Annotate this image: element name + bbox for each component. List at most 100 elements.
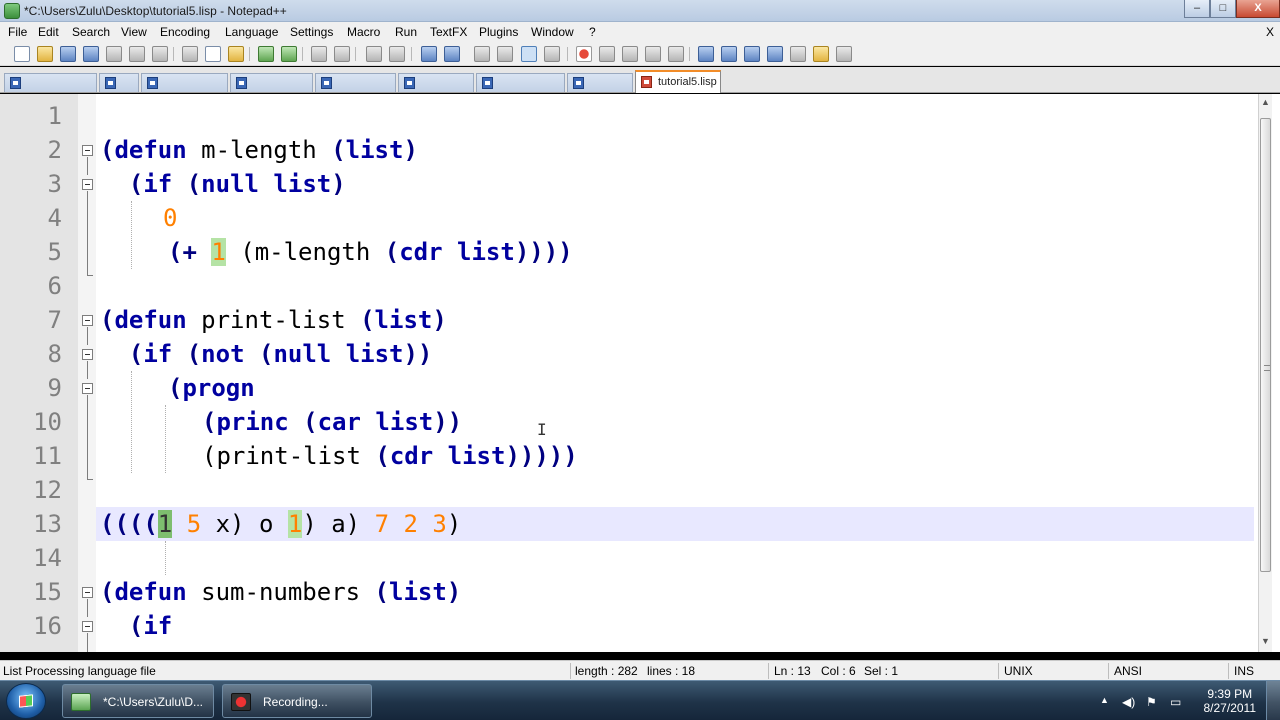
menu-edit[interactable]: Edit [38, 25, 59, 39]
run-macro-multiple-icon[interactable] [645, 46, 661, 62]
zoom-out-icon[interactable] [389, 46, 405, 62]
menu-run[interactable]: Run [395, 25, 417, 39]
move-up-icon[interactable] [721, 46, 737, 62]
record-macro-icon[interactable] [576, 46, 592, 62]
keyword: defun [114, 306, 187, 334]
show-hidden-icons-icon[interactable]: ▲ [1100, 695, 1109, 705]
document-tab[interactable] [398, 73, 474, 92]
save-all-icon[interactable] [83, 46, 99, 62]
menu-plugins[interactable]: Plugins [479, 25, 518, 39]
document-tab[interactable] [567, 73, 633, 92]
status-length: length : 282 [575, 664, 638, 678]
stop-macro-icon[interactable] [599, 46, 615, 62]
indent-guide-icon[interactable] [521, 46, 537, 62]
hex-editor-icon[interactable] [790, 46, 806, 62]
tab-tutorial5-lisp[interactable]: tutorial5.lisp [635, 70, 721, 93]
scrollbar-thumb[interactable] [1260, 118, 1271, 572]
fold-toggle-icon[interactable] [82, 349, 93, 360]
save-icon[interactable] [60, 46, 76, 62]
close-file-icon[interactable] [106, 46, 122, 62]
paren: ) [446, 510, 462, 538]
close-document-button[interactable]: X [1266, 25, 1274, 39]
textfx-icon[interactable] [698, 46, 714, 62]
document-tab[interactable] [476, 73, 565, 92]
fold-toggle-icon[interactable] [82, 179, 93, 190]
sort-icon[interactable] [767, 46, 783, 62]
vertical-scrollbar[interactable]: ▲ ▼ [1258, 94, 1272, 652]
start-button[interactable] [6, 683, 46, 719]
menu-encoding[interactable]: Encoding [160, 25, 210, 39]
fold-toggle-icon[interactable] [82, 383, 93, 394]
menu-textfx[interactable]: TextFX [430, 25, 467, 39]
menu-language[interactable]: Language [225, 25, 278, 39]
number-literal: 0 [163, 204, 178, 232]
print-icon[interactable] [152, 46, 168, 62]
redo-icon[interactable] [281, 46, 297, 62]
taskbar-item-recording[interactable]: Recording... [222, 684, 372, 718]
scroll-up-arrow-icon[interactable]: ▲ [1261, 97, 1270, 107]
menu-help[interactable]: ? [589, 25, 596, 39]
open-file-icon[interactable] [37, 46, 53, 62]
show-all-chars-icon[interactable] [497, 46, 513, 62]
indent-guide [131, 201, 132, 269]
word-wrap-icon[interactable] [474, 46, 490, 62]
paren: ) [446, 578, 462, 606]
menu-window[interactable]: Window [531, 25, 574, 39]
taskbar-item-notepadpp[interactable]: *C:\Users\Zulu\D... [62, 684, 214, 718]
fold-toggle-icon[interactable] [82, 315, 93, 326]
paren: ( [100, 578, 115, 606]
document-tab[interactable] [4, 73, 97, 92]
menu-macro[interactable]: Macro [347, 25, 380, 39]
move-down-icon[interactable] [744, 46, 760, 62]
document-tab[interactable] [141, 73, 228, 92]
fold-toggle-icon[interactable] [82, 587, 93, 598]
replace-icon[interactable] [334, 46, 350, 62]
explorer-icon[interactable] [813, 46, 829, 62]
spell-check-icon[interactable] [836, 46, 852, 62]
identifier: (m-length [225, 238, 385, 266]
play-macro-icon[interactable] [622, 46, 638, 62]
save-macro-icon[interactable] [668, 46, 684, 62]
document-icon [482, 77, 493, 89]
find-icon[interactable] [311, 46, 327, 62]
paren: (((( [100, 510, 158, 538]
paren: ( [100, 170, 144, 198]
status-encoding: ANSI [1114, 664, 1143, 678]
security-flag-icon[interactable]: ⚑ [1146, 695, 1157, 709]
code-line-9: (progn [168, 371, 255, 405]
show-desktop-button[interactable] [1266, 681, 1280, 720]
document-icon [573, 77, 584, 89]
menu-view[interactable]: View [121, 25, 147, 39]
keyword: not [201, 340, 245, 368]
document-tab[interactable] [315, 73, 396, 92]
document-tab[interactable] [99, 73, 139, 92]
scroll-down-arrow-icon[interactable]: ▼ [1261, 636, 1270, 646]
cut-icon[interactable] [182, 46, 198, 62]
paste-icon[interactable] [228, 46, 244, 62]
new-file-icon[interactable] [14, 46, 30, 62]
document-tab[interactable] [230, 73, 313, 92]
network-icon[interactable]: ▭ [1170, 695, 1181, 709]
status-insert-mode: INS [1234, 664, 1255, 678]
minimize-button[interactable]: – [1184, 0, 1210, 18]
menu-file[interactable]: File [8, 25, 27, 39]
sync-vertical-icon[interactable] [421, 46, 437, 62]
status-separator [1228, 663, 1229, 679]
close-button[interactable]: X [1236, 0, 1280, 18]
volume-icon[interactable]: ◀) [1122, 695, 1135, 709]
menu-search[interactable]: Search [72, 25, 110, 39]
user-language-icon[interactable] [544, 46, 560, 62]
fold-toggle-icon[interactable] [82, 145, 93, 156]
close-all-icon[interactable] [129, 46, 145, 62]
editor-pane[interactable]: 1 2 3 4 5 6 7 8 9 10 11 12 13 14 15 16 (… [0, 94, 1280, 652]
fold-toggle-icon[interactable] [82, 621, 93, 632]
maximize-button[interactable]: □ [1210, 0, 1236, 18]
toolbar-separator [689, 47, 690, 61]
zoom-in-icon[interactable] [366, 46, 382, 62]
menu-settings[interactable]: Settings [290, 25, 333, 39]
system-clock[interactable]: 9:39 PM 8/27/2011 [1204, 687, 1257, 715]
sync-horizontal-icon[interactable] [444, 46, 460, 62]
line-number: 1 [47, 102, 62, 130]
copy-icon[interactable] [205, 46, 221, 62]
undo-icon[interactable] [258, 46, 274, 62]
